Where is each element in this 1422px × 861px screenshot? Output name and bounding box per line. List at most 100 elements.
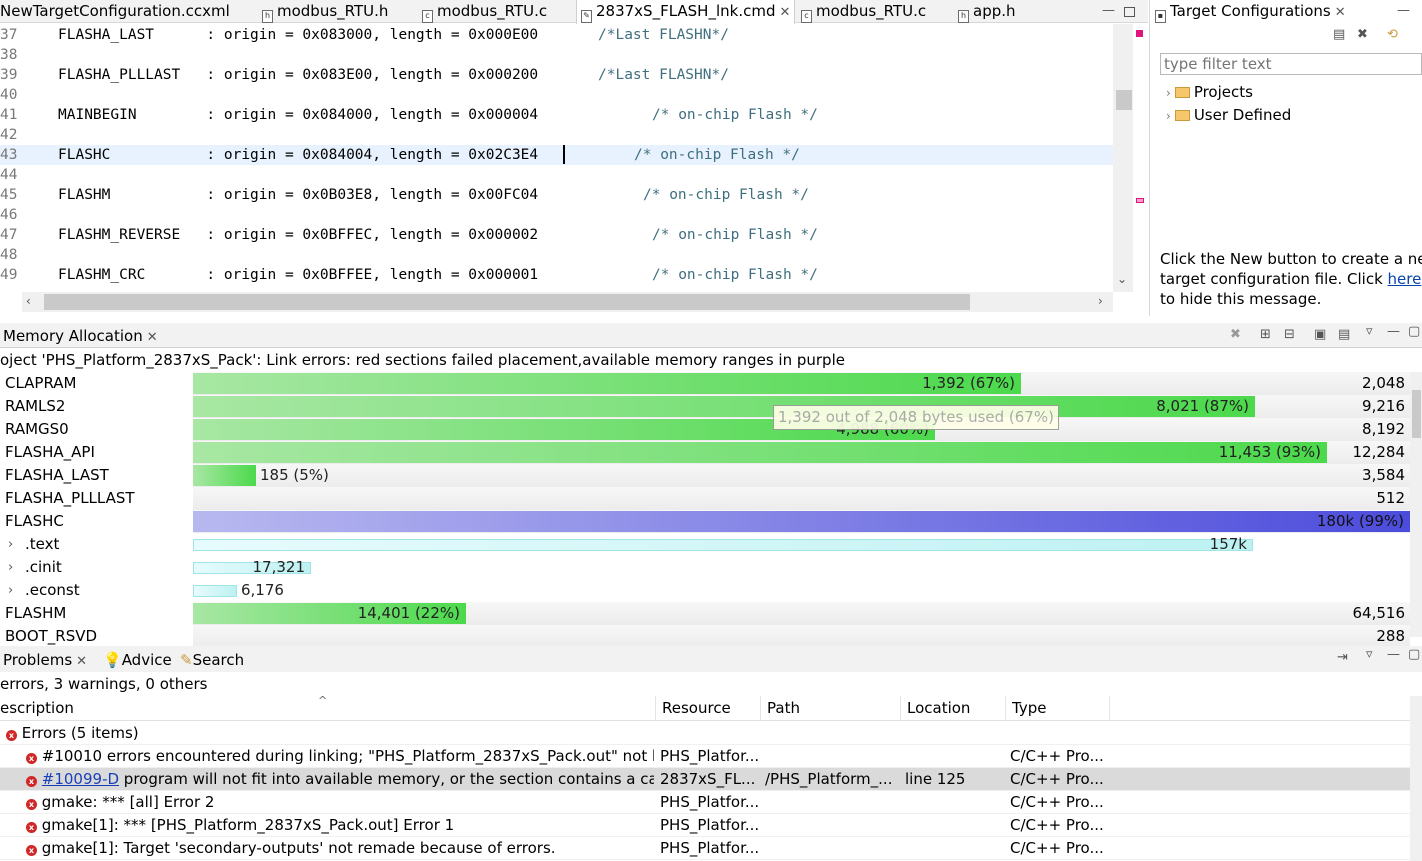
code-text: FLASHM_REVERSE : origin = 0x0BFFEC, leng… (58, 227, 539, 243)
tab-newtargetconfiguration[interactable]: NewTargetConfiguration.ccxml (0, 0, 230, 23)
tab-memory-allocation[interactable]: Memory Allocation ✕ (3, 325, 158, 349)
memory-total: 3,584 (1362, 466, 1405, 484)
memory-row[interactable]: FLASHM 14,401 (22%) 64,516 (0, 602, 1410, 625)
tab-target-configurations[interactable]: ▪ Target Configurations ✕ (1155, 0, 1346, 23)
memory-row[interactable]: BOOT_RSVD 288 (0, 625, 1410, 648)
minimize-icon[interactable]: — (1102, 0, 1115, 23)
problems-vertical-scrollbar[interactable] (1410, 696, 1422, 861)
tab-modbus-rtu-h[interactable]: h modbus_RTU.h (262, 0, 388, 23)
code-line[interactable]: 47 FLASHM_REVERSE : origin = 0x0BFFEC, le… (0, 225, 1113, 245)
remove-icon[interactable]: ✖ (1230, 327, 1241, 343)
code-line[interactable]: 37 FLASHA_LAST : origin = 0x083000, lengt… (0, 25, 1113, 45)
overview-marker[interactable] (1136, 198, 1144, 203)
tab-advice[interactable]: 💡Advice (103, 649, 172, 671)
delete-icon[interactable]: ✖ (1357, 27, 1368, 43)
minimize-icon[interactable]: — (1397, 3, 1410, 19)
memory-row[interactable]: FLASHA_PLLLAST 512 (0, 487, 1410, 510)
scroll-right-icon[interactable]: › (1098, 294, 1103, 308)
problem-row[interactable]: x #10099-D program will not fit into ava… (0, 768, 1410, 791)
chevron-right-icon[interactable]: › (8, 556, 13, 579)
tab-2837xs-flash-lnk-cmd[interactable]: ✎ 2837xS_FLASH_lnk.cmd ✕ (576, 0, 796, 24)
chevron-right-icon[interactable]: › (8, 533, 13, 556)
problem-row[interactable]: x gmake: *** [all] Error 2 PHS_Platfor...… (0, 791, 1410, 814)
code-line[interactable]: 43 FLASHC : origin = 0x084004, length = 0… (0, 145, 1113, 165)
maximize-icon[interactable]: ▢ (1408, 647, 1420, 663)
filter-input[interactable] (1160, 53, 1422, 75)
error-code-link[interactable]: #10099-D (42, 770, 119, 788)
problem-row[interactable]: x gmake[1]: *** [PHS_Platform_2837xS_Pac… (0, 814, 1410, 837)
memory-row[interactable]: FLASHC 180k (99%) (0, 510, 1410, 533)
close-icon[interactable]: ✕ (147, 330, 158, 345)
editor-scroll-thumb[interactable] (1116, 90, 1132, 110)
code-line[interactable]: 49 FLASHM_CRC : origin = 0x0BFFEE, length… (0, 265, 1113, 285)
close-icon[interactable]: ✕ (76, 654, 87, 669)
header-file-icon: h (262, 10, 273, 23)
memory-row[interactable]: › .econst 6,176 (0, 579, 1410, 602)
tab-search[interactable]: ✎Search (180, 649, 244, 671)
close-icon[interactable]: ✕ (1335, 5, 1346, 20)
code-line[interactable]: 40 (0, 85, 1113, 105)
editor-hscroll-thumb[interactable] (44, 294, 970, 310)
column-type[interactable]: Type (1005, 696, 1110, 721)
error-group-row[interactable]: x Errors (5 items) (0, 722, 1410, 745)
code-line[interactable]: 44 (0, 165, 1113, 185)
memory-row[interactable]: › .cinit 17,321 (0, 556, 1410, 579)
filter-icon[interactable]: ⇥ (1337, 650, 1348, 666)
code-line[interactable]: 42 (0, 125, 1113, 145)
tab-modbus-rtu-c-2[interactable]: c modbus_RTU.c (801, 0, 926, 23)
expand-all-icon[interactable]: ⊞ (1260, 327, 1271, 343)
code-line[interactable]: 39 FLASHA_PLLLAST : origin = 0x083E00, le… (0, 65, 1113, 85)
maximize-icon[interactable]: ▢ (1408, 324, 1420, 340)
code-line[interactable]: 38 (0, 45, 1113, 65)
new-config-icon[interactable]: ▤ (1333, 27, 1345, 43)
minimize-icon[interactable]: — (1387, 324, 1400, 340)
memory-scroll-thumb[interactable] (1412, 390, 1421, 438)
link-status-message: oject 'PHS_Platform_2837xS_Pack': Link e… (0, 351, 845, 369)
view-menu-icon[interactable]: ▿ (1366, 324, 1373, 340)
memory-row[interactable]: CLAPRAM 1,392 (67%) 2,048 (0, 372, 1410, 395)
tree-item-projects[interactable]: › Projects (1166, 82, 1253, 103)
scroll-down-icon[interactable]: ⌄ (1117, 272, 1127, 286)
search-flashlight-icon: ✎ (180, 651, 193, 669)
column-resource[interactable]: Resource (655, 696, 760, 721)
memory-row[interactable]: RAMLS2 8,021 (87%) 9,216 (0, 395, 1410, 418)
code-line[interactable]: 41 MAINBEGIN : origin = 0x084000, length … (0, 105, 1113, 125)
memory-row[interactable]: › .text 157k (0, 533, 1410, 556)
tab-modbus-rtu-c[interactable]: c modbus_RTU.c (422, 0, 547, 23)
chevron-right-icon[interactable]: › (1166, 109, 1171, 123)
close-icon[interactable]: ✕ (779, 5, 790, 20)
code-editor[interactable]: 37 FLASHA_LAST : origin = 0x083000, lengt… (0, 24, 1133, 292)
error-overview-marker[interactable] (1136, 30, 1143, 37)
tree-item-user-defined[interactable]: › User Defined (1166, 105, 1291, 126)
memory-row[interactable]: FLASHA_LAST 185 (5%) 3,584 (0, 464, 1410, 487)
problem-row[interactable]: x gmake[1]: Target 'secondary-outputs' n… (0, 837, 1410, 860)
hide-message-link[interactable]: here (1388, 270, 1422, 288)
memory-row[interactable]: FLASHA_API 11,453 (93%) 12,284 (0, 441, 1410, 464)
code-comment: /* on-chip Flash */ (634, 147, 800, 163)
code-line[interactable]: 45 FLASHM : origin = 0x0B03E8, length = 0… (0, 185, 1113, 205)
problems-summary: errors, 3 warnings, 0 others (0, 675, 208, 693)
code-comment: /* on-chip Flash */ (652, 267, 818, 283)
tab-app-h[interactable]: h app.h (958, 0, 1016, 23)
chevron-right-icon[interactable]: › (1166, 86, 1171, 100)
minimize-icon[interactable]: — (1387, 647, 1400, 663)
code-line[interactable]: 46 (0, 205, 1113, 225)
export-icon[interactable]: ▤ (1338, 327, 1350, 343)
column-path[interactable]: Path (760, 696, 900, 721)
scroll-left-icon[interactable]: ‹ (26, 294, 31, 308)
open-icon[interactable]: ▣ (1314, 327, 1326, 343)
description-text: gmake[1]: Target 'secondary-outputs' not… (41, 839, 556, 857)
problem-row[interactable]: x #10010 errors encountered during linki… (0, 745, 1410, 768)
link-icon[interactable]: ⟲ (1387, 27, 1398, 43)
chevron-right-icon[interactable]: › (8, 579, 13, 602)
collapse-all-icon[interactable]: ⊟ (1284, 327, 1295, 343)
folder-icon (1174, 87, 1190, 98)
tab-problems[interactable]: Problems ✕ (3, 649, 87, 673)
maximize-icon[interactable] (1124, 0, 1135, 23)
memory-region-name: FLASHA_API (5, 443, 95, 461)
memory-row[interactable]: RAMGS04,988 (60%)8,192 (0, 418, 1410, 441)
column-location[interactable]: Location (900, 696, 1005, 721)
editor-vertical-scrollbar[interactable] (1113, 24, 1133, 292)
code-line[interactable]: 48 (0, 245, 1113, 265)
view-menu-icon[interactable]: ▿ (1366, 647, 1373, 663)
